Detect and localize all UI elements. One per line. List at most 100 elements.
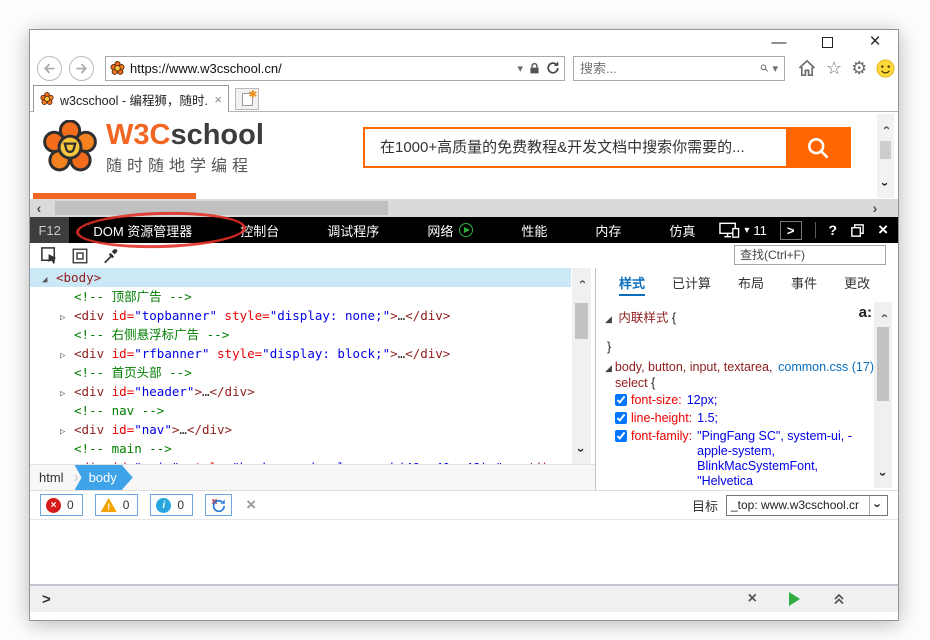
site-logo[interactable]: W3Cschool 随时随地学编程: [42, 120, 264, 176]
new-tab-button[interactable]: ✱: [235, 88, 259, 110]
url-input[interactable]: [130, 61, 512, 76]
dom-tree-row[interactable]: ▷<div id="topbanner" style="display: non…: [30, 306, 571, 325]
code-token: <!-- 右侧悬浮标广告 -->: [74, 327, 229, 342]
clear-console-button[interactable]: ×: [246, 495, 256, 515]
refresh-icon[interactable]: [546, 61, 560, 75]
feedback-smiley-icon[interactable]: [876, 59, 895, 78]
info-filter-button[interactable]: i 0: [150, 494, 193, 516]
forward-button[interactable]: [69, 56, 94, 81]
pseudo-state-button[interactable]: a:: [859, 304, 872, 321]
search-dropdown-icon[interactable]: ▾: [772, 62, 778, 75]
code-token: </div>: [210, 384, 255, 399]
styles-panel-tab-0[interactable]: 样式: [619, 273, 645, 296]
code-token: >: [390, 346, 398, 361]
property-value[interactable]: 12px;: [687, 393, 718, 408]
warnings-filter-button[interactable]: ! 0: [95, 494, 139, 516]
url-dropdown-icon[interactable]: ▾: [517, 62, 523, 75]
site-favicon: [110, 61, 125, 76]
property-value[interactable]: 1.5;: [697, 411, 718, 426]
f12-tab-5[interactable]: 内存: [571, 217, 645, 243]
find-input[interactable]: [734, 245, 886, 265]
search-icon[interactable]: [760, 61, 768, 75]
expand-input-icon[interactable]: [832, 592, 846, 606]
favorites-star-icon[interactable]: ☆: [826, 59, 842, 77]
code-token: <!-- 首页头部 -->: [74, 365, 192, 380]
property-value[interactable]: "PingFang SC", system-ui, -apple-system,…: [697, 429, 874, 489]
tab-close-icon[interactable]: ×: [214, 92, 222, 107]
warning-icon: !: [101, 498, 117, 512]
code-token: "topbanner": [134, 308, 217, 323]
dom-tree-row[interactable]: ▷<div id="rfbanner" style="display: bloc…: [30, 344, 571, 363]
page-search-box[interactable]: [363, 127, 851, 168]
settings-gear-icon[interactable]: ⚙: [851, 59, 867, 77]
clear-input-button[interactable]: ×: [748, 590, 757, 608]
styles-panel-tab-1[interactable]: 已计算: [672, 273, 711, 296]
dom-tree-row[interactable]: <!-- 右侧悬浮标广告 -->: [30, 325, 571, 344]
page-search-button[interactable]: [786, 129, 849, 166]
expanded-icon[interactable]: ◢: [605, 314, 612, 324]
property-enabled-checkbox[interactable]: [615, 430, 627, 442]
browser-search-box[interactable]: ▾: [573, 56, 785, 81]
f12-tab-1[interactable]: 控制台: [216, 217, 303, 243]
errors-filter-button[interactable]: × 0: [40, 494, 83, 516]
panel-divider[interactable]: [595, 268, 596, 490]
dom-tree-row[interactable]: <!-- 顶部广告 -->: [30, 287, 571, 306]
run-script-icon[interactable]: [789, 592, 800, 606]
styles-panel-scrollbar[interactable]: › ›: [874, 302, 892, 488]
styles-panel-tab-3[interactable]: 事件: [791, 273, 817, 296]
dropdown-arrow-icon[interactable]: ›: [869, 496, 887, 515]
console-output[interactable]: [30, 521, 898, 584]
home-icon[interactable]: [797, 58, 817, 78]
target-select[interactable]: _top: www.w3cschool.cr ›: [726, 495, 888, 516]
f12-tab-3[interactable]: 网络: [403, 217, 497, 243]
clear-on-navigate-toggle[interactable]: [205, 494, 232, 516]
dom-tree-row[interactable]: ◢<body>: [30, 268, 571, 287]
styles-panel-tab-4[interactable]: 更改: [844, 273, 870, 296]
dom-tree-row[interactable]: <!-- main -->: [30, 439, 571, 458]
page-search-input[interactable]: [365, 129, 786, 166]
property-name[interactable]: font-family:: [631, 429, 692, 444]
target-value: _top: www.w3cschool.cr: [727, 498, 869, 512]
back-button[interactable]: [37, 56, 62, 81]
inline-style-rule[interactable]: ◢ 内联样式 {: [605, 307, 874, 326]
f12-tab-6[interactable]: 仿真: [645, 217, 719, 243]
page-vertical-scrollbar[interactable]: › ›: [877, 114, 894, 198]
property-name[interactable]: font-size:: [631, 393, 682, 408]
open-console-button[interactable]: >: [780, 221, 802, 240]
document-mode-selector[interactable]: ▾ 11: [719, 222, 767, 238]
color-picker-button[interactable]: [101, 246, 121, 266]
dom-tree-row[interactable]: ▷<div id="header">…</div>: [30, 382, 571, 401]
maximize-button[interactable]: [816, 33, 838, 51]
select-element-button[interactable]: [39, 246, 59, 266]
browser-search-input[interactable]: [580, 61, 756, 76]
tab-w3cschool[interactable]: w3cschool - 编程狮，随时... ×: [33, 85, 229, 112]
element-highlight-button[interactable]: [70, 246, 90, 266]
code-token: </div>: [405, 346, 450, 361]
code-token: …: [179, 422, 187, 437]
help-button[interactable]: ?: [829, 222, 838, 238]
styles-panel-tab-2[interactable]: 布局: [738, 273, 764, 296]
forward-arrow-icon: [74, 61, 89, 76]
breadcrumb-html[interactable]: html: [30, 465, 74, 490]
f12-tab-2[interactable]: 调试程序: [303, 217, 403, 243]
dom-tree-row[interactable]: <!-- nav -->: [30, 401, 571, 420]
f12-tab-0[interactable]: DOM 资源管理器: [69, 217, 216, 243]
minimize-button[interactable]: —: [768, 33, 790, 51]
console-input-row[interactable]: > ×: [30, 584, 898, 612]
css-rule-selector[interactable]: ◢body, button, input, textarea, common.c…: [605, 360, 874, 374]
close-devtools-button[interactable]: ×: [878, 220, 888, 240]
stylesheet-link[interactable]: common.css (17): [778, 360, 874, 374]
dom-tree-row[interactable]: <!-- 首页头部 -->: [30, 363, 571, 382]
address-bar[interactable]: ▾: [105, 56, 565, 81]
unpin-window-icon[interactable]: [850, 223, 865, 238]
property-name[interactable]: line-height:: [631, 411, 692, 426]
property-enabled-checkbox[interactable]: [615, 412, 627, 424]
page-horizontal-scrollbar[interactable]: ‹ ›: [30, 199, 898, 217]
breadcrumb-body-selected[interactable]: body: [75, 465, 133, 490]
f12-tab-4[interactable]: 性能: [497, 217, 571, 243]
expanded-icon[interactable]: ◢: [605, 363, 612, 373]
property-enabled-checkbox[interactable]: [615, 394, 627, 406]
dom-tree-row[interactable]: ▷<div id="nav">…</div>: [30, 420, 571, 439]
close-button[interactable]: ×: [864, 33, 886, 51]
dom-tree-scrollbar[interactable]: › ›: [572, 268, 591, 464]
